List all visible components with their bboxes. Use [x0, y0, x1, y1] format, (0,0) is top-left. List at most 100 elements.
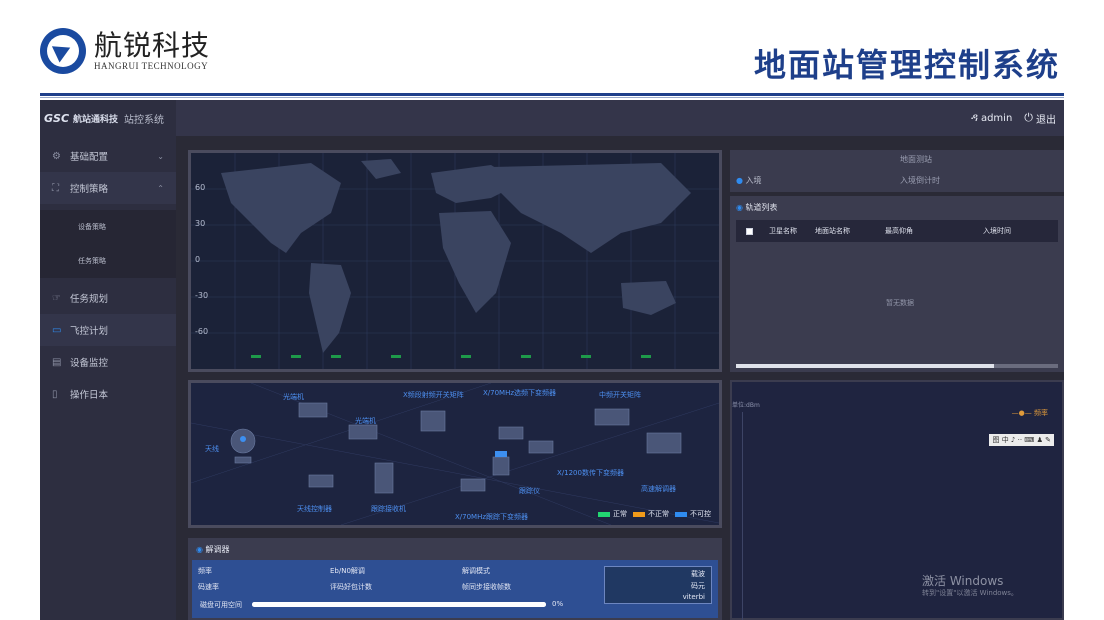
station-countdown: 入境倒计时	[900, 176, 940, 185]
node-optical1-label: 光端机	[283, 392, 304, 401]
legend-swatch-normal	[598, 511, 610, 517]
logo-mark-icon	[40, 28, 86, 74]
sidebar-item-label: 设备策略	[78, 223, 106, 231]
lat-label: 30	[195, 219, 206, 228]
world-map[interactable]: 60 30 0 -30 -60	[188, 150, 722, 372]
column-header[interactable]: 地面站名称	[815, 226, 885, 236]
company-logo: 航锐科技 HANGRUI TECHNOLOGY	[40, 28, 210, 74]
empty-state: 暂无数据	[886, 299, 914, 307]
decoder-field: 评码好包计数	[330, 583, 372, 591]
decoder-title-text: 解调器	[205, 545, 230, 554]
slide: 航锐科技 HANGRUI TECHNOLOGY 地面站管理控制系统 GSC 航站…	[0, 0, 1104, 620]
chevron-up-icon: ⌃	[157, 183, 164, 193]
network-topology: 天线 光端机 光端机 X频段射频开关矩阵 X/70MHz选频下变频器 中频开关矩…	[188, 380, 722, 528]
title-rule	[40, 93, 1064, 96]
chart-toolbox[interactable]: 图 中 ♪ ·· ⌨ ♟ ✎	[989, 434, 1054, 446]
windows-watermark: 激活 Windows	[922, 574, 1004, 588]
chart-y-axis	[742, 412, 743, 620]
disk-label: 磁盘可用空间	[200, 601, 242, 609]
scrollbar-thumb[interactable]	[736, 364, 994, 368]
lock-symbol: 码元	[691, 582, 705, 590]
disk-progress-bar	[252, 602, 546, 607]
decoder-title: ◉ 解调器	[196, 544, 230, 555]
column-header[interactable]: 最高仰角	[885, 226, 983, 236]
station-panel: 地面测站 ● 入境 入境倒计时	[730, 150, 1064, 192]
decoder-field: 解调模式	[462, 567, 490, 575]
sidebar-subitem-task-strategy[interactable]: 任务策略	[40, 244, 176, 278]
user-name[interactable]: admin	[981, 113, 1012, 124]
sidebar-item-operation-log[interactable]: ▯ 操作日本	[40, 378, 176, 410]
brand-logo: GSC	[44, 111, 70, 125]
decoder-field: Eb/N0解调	[330, 567, 365, 575]
sidebar-item-label: 操作日本	[70, 390, 109, 401]
orbit-table-panel: ◉ 轨道列表 卫星名称 地面站名称 最高仰角 入境时间 暂无数据	[730, 196, 1064, 372]
station-header: 地面测站	[900, 155, 932, 164]
sidebar-item-flight-plan[interactable]: ▭ 飞控计划	[40, 314, 176, 346]
node-tracker-label: 跟踪仪	[519, 486, 540, 495]
world-map-graphic	[191, 153, 719, 369]
folder-icon: ▭	[52, 324, 62, 336]
sidebar-item-label: 设备监控	[70, 358, 109, 369]
sidebar-item-label: 任务规划	[70, 294, 109, 305]
horizontal-scrollbar[interactable]	[736, 364, 1058, 368]
logo-cn: 航锐科技	[94, 29, 211, 62]
sidebar-item-task-planning[interactable]: ☞ 任务规划	[40, 282, 176, 314]
legend-swatch-uncontrollable	[675, 511, 687, 517]
tree-icon: ⛶	[52, 182, 59, 194]
lat-label: -30	[195, 291, 209, 300]
legend-label: 正常	[613, 510, 627, 518]
doc-icon: ▯	[52, 388, 58, 400]
node-mid-switch-label: 中频开关矩阵	[599, 390, 641, 399]
app-screenshot: GSC 航站通科技 站控系统 ዳ admin ⏻ 退出 ⚙ 基础配置 ⌄ ⛶ 控…	[40, 100, 1064, 620]
node-xband-switch-label: X频段射频开关矩阵	[403, 390, 464, 399]
lock-carrier: 载波	[691, 570, 705, 578]
sidebar-subitem-device-strategy[interactable]: 设备策略	[40, 210, 176, 244]
legend-swatch-abnormal	[633, 511, 645, 517]
select-all-checkbox[interactable]	[746, 227, 753, 235]
lat-label: 0	[195, 255, 201, 264]
sidebar-item-label: 飞控计划	[70, 326, 109, 337]
node-track-rx-label: 跟踪接收机	[371, 504, 406, 513]
chevron-down-icon: ⌄	[157, 151, 164, 161]
decoder-field: 码速率	[198, 583, 219, 591]
brand[interactable]: GSC 航站通科技 站控系统	[40, 100, 176, 136]
decoder-field: 频率	[198, 567, 212, 575]
title-rule-thin	[40, 97, 1064, 98]
sidebar-item-control-strategy[interactable]: ⛶ 控制策略 ⌃	[40, 172, 176, 204]
slide-title: 地面站管理控制系统	[753, 46, 1060, 84]
station-entry-text: 入境	[745, 176, 762, 185]
chart-legend[interactable]: —●— 频率	[1012, 408, 1048, 418]
windows-watermark-sub: 转到"设置"以激活 Windows。	[922, 589, 1018, 597]
top-bar: GSC 航站通科技 站控系统 ዳ admin ⏻ 退出	[40, 100, 1064, 136]
orbit-table-title: ◉ 轨道列表	[736, 202, 778, 213]
brand-name: 航站通科技	[73, 114, 119, 125]
orbit-table-title-text: 轨道列表	[745, 203, 778, 212]
chart-ylabel: 单位:dBm	[732, 402, 760, 409]
sidebar-item-label: 基础配置	[70, 152, 109, 163]
node-optical2-label: 光端机	[355, 416, 376, 425]
lock-viterbi: viterbi	[682, 593, 705, 601]
column-header[interactable]: 入境时间	[983, 226, 1011, 236]
node-down3-label: X/70MHz跟踪下变频器	[455, 512, 528, 521]
decoder-panel: ◉ 解调器 频率 Eb/N0解调 解调模式 码速率 评码好包计数 帧同步接收帧数…	[188, 538, 722, 620]
decoder-field: 帧同步接收帧数	[462, 583, 511, 591]
user-icon: ዳ	[971, 111, 978, 124]
logout-button[interactable]: 退出	[1036, 111, 1056, 126]
decoder-icon: ◉	[196, 545, 203, 554]
column-header[interactable]: 卫星名称	[769, 226, 815, 236]
decoder-lock-box: 载波 码元 viterbi	[604, 566, 712, 604]
node-demod-label: 高速解调器	[641, 484, 676, 493]
gear-icon: ⚙	[52, 150, 61, 162]
node-acu-label: 天线控制器	[297, 504, 332, 513]
sidebar: ⚙ 基础配置 ⌄ ⛶ 控制策略 ⌃ 设备策略 任务策略 ☞ 任务规划 ▭ 飞控计…	[40, 136, 176, 620]
lat-label: 60	[195, 183, 206, 192]
chart-legend-text: 频率	[1034, 409, 1048, 417]
orbit-icon: ◉	[736, 203, 743, 212]
decoder-body: 频率 Eb/N0解调 解调模式 码速率 评码好包计数 帧同步接收帧数 载波 码元…	[192, 560, 718, 618]
disk-progress-fill	[252, 602, 546, 607]
plan-icon: ☞	[52, 292, 61, 304]
status-legend: 正常 不正常 不可控	[598, 509, 711, 519]
power-icon[interactable]: ⏻	[1024, 111, 1033, 125]
sidebar-item-device-monitor[interactable]: ▤ 设备监控	[40, 346, 176, 378]
sidebar-item-basic-config[interactable]: ⚙ 基础配置 ⌄	[40, 140, 176, 172]
